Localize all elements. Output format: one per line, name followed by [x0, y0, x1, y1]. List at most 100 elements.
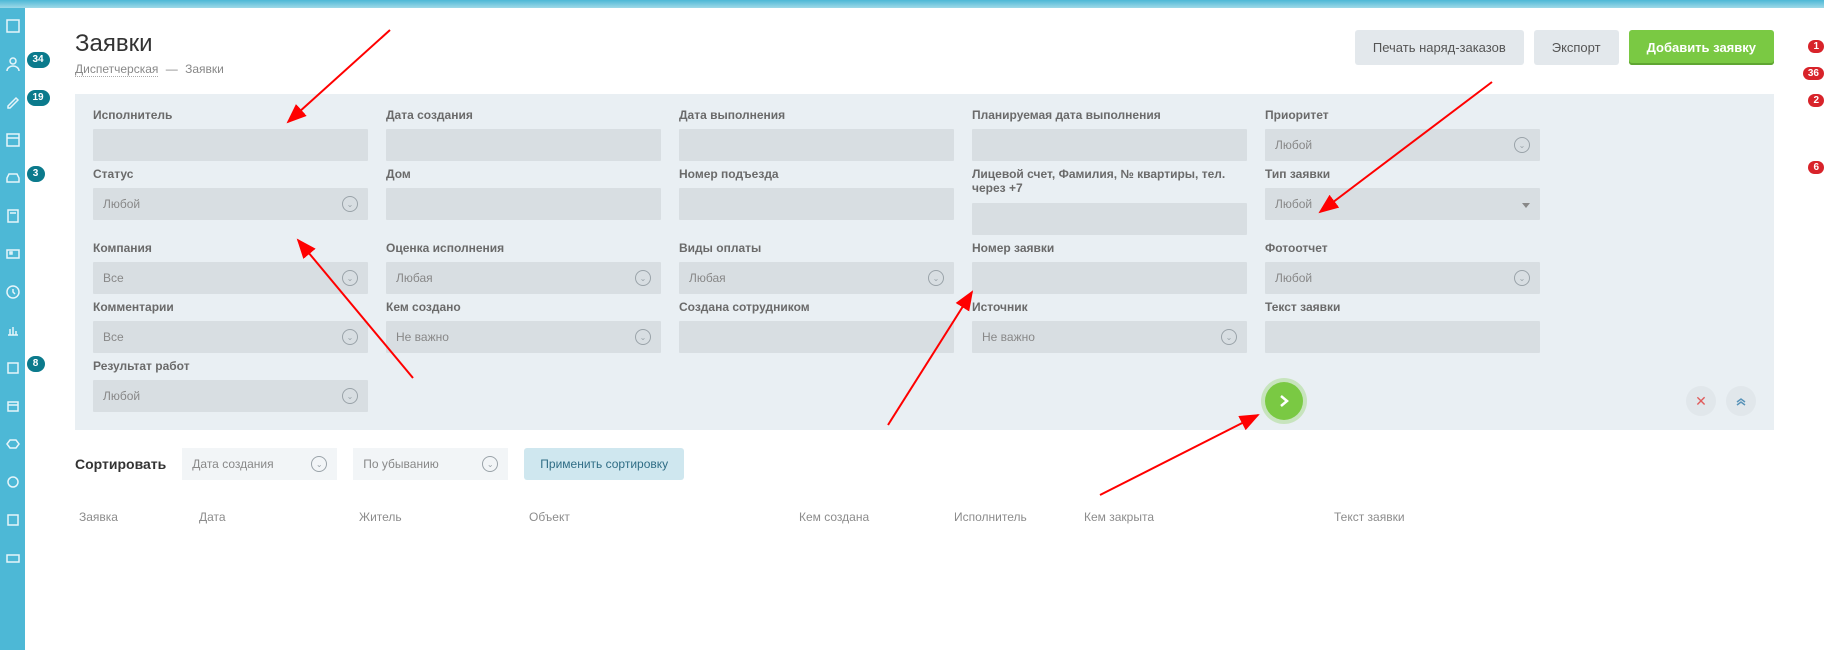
chevron-down-icon: ⌄ — [1514, 270, 1530, 286]
nav-icon-1[interactable] — [5, 18, 21, 34]
apply-filters-button[interactable] — [1265, 382, 1303, 420]
chevron-down-icon: ⌄ — [1514, 137, 1530, 153]
filter-type-label: Тип заявки — [1265, 167, 1540, 182]
filter-created-input[interactable] — [386, 129, 661, 161]
chevron-down-icon: ⌄ — [342, 388, 358, 404]
filter-photo-label: Фотоотчет — [1265, 241, 1540, 256]
filter-status-label: Статус — [93, 167, 368, 182]
nav-icon-7[interactable] — [5, 246, 21, 262]
filter-staff-label: Создана сотрудником — [679, 300, 954, 315]
right-badge-1[interactable]: 1 — [1808, 40, 1824, 53]
col-resident: Житель — [359, 510, 529, 524]
filter-entrance-input[interactable] — [679, 188, 954, 220]
filter-house-label: Дом — [386, 167, 661, 182]
filter-done-input[interactable] — [679, 129, 954, 161]
print-orders-button[interactable]: Печать наряд-заказов — [1355, 30, 1524, 65]
chevron-right-icon — [1277, 394, 1291, 408]
filter-house-input[interactable] — [386, 188, 661, 220]
filter-createdby-select[interactable]: Не важно ⌄ — [386, 321, 661, 353]
page-title: Заявки — [75, 30, 224, 58]
filter-priority-label: Приоритет — [1265, 108, 1540, 123]
nav-icon-5[interactable]: 3 — [5, 170, 21, 186]
chevron-down-icon: ⌄ — [342, 196, 358, 212]
col-executor: Исполнитель — [954, 510, 1084, 524]
nav-icon-15[interactable] — [5, 550, 21, 566]
double-chevron-up-icon — [1735, 395, 1747, 407]
add-request-button[interactable]: Добавить заявку — [1629, 30, 1774, 65]
filter-comments-select[interactable]: Все ⌄ — [93, 321, 368, 353]
nav-icon-13[interactable] — [5, 474, 21, 490]
filter-done-label: Дата выполнения — [679, 108, 954, 123]
nav-icon-8[interactable] — [5, 284, 21, 300]
col-closed: Кем закрыта — [1084, 510, 1334, 524]
clear-filters-button[interactable]: ✕ — [1686, 386, 1716, 416]
breadcrumb-root[interactable]: Диспетчерская — [75, 62, 158, 77]
right-badge-2[interactable]: 36 — [1803, 67, 1824, 80]
caret-down-icon — [1522, 197, 1530, 211]
filter-account-input[interactable] — [972, 203, 1247, 235]
sort-field-select[interactable]: Дата создания ⌄ — [182, 448, 337, 480]
filter-text-input[interactable] — [1265, 321, 1540, 353]
breadcrumb-sep: — — [166, 62, 178, 76]
filter-panel: Исполнитель Дата создания Дата выполнени… — [75, 94, 1774, 430]
filter-source-label: Источник — [972, 300, 1247, 315]
chevron-down-icon: ⌄ — [342, 270, 358, 286]
chevron-down-icon: ⌄ — [635, 270, 651, 286]
filter-number-input[interactable] — [972, 262, 1247, 294]
table-header: Заявка Дата Житель Объект Кем создана Ис… — [75, 510, 1774, 524]
filter-staff-input[interactable] — [679, 321, 954, 353]
filter-executor-label: Исполнитель — [93, 108, 368, 123]
nav-icon-3[interactable]: 19 — [5, 94, 21, 110]
filter-photo-select[interactable]: Любой ⌄ — [1265, 262, 1540, 294]
export-button[interactable]: Экспорт — [1534, 30, 1619, 65]
filter-rating-select[interactable]: Любая ⌄ — [386, 262, 661, 294]
filter-planned-input[interactable] — [972, 129, 1247, 161]
filter-status-select[interactable]: Любой ⌄ — [93, 188, 368, 220]
sort-label: Сортировать — [75, 456, 166, 472]
nav-icon-10[interactable]: 8 — [5, 360, 21, 376]
nav-icon-9[interactable] — [5, 322, 21, 338]
chevron-down-icon: ⌄ — [482, 456, 498, 472]
filter-payment-select[interactable]: Любая ⌄ — [679, 262, 954, 294]
filter-account-label: Лицевой счет, Фамилия, № квартиры, тел. … — [972, 167, 1247, 197]
filter-created-label: Дата создания — [386, 108, 661, 123]
filter-result-label: Результат работ — [93, 359, 368, 374]
nav-icon-12[interactable] — [5, 436, 21, 452]
filter-rating-label: Оценка исполнения — [386, 241, 661, 256]
filter-company-label: Компания — [93, 241, 368, 256]
nav-icon-11[interactable] — [5, 398, 21, 414]
col-text: Текст заявки — [1334, 510, 1770, 524]
sort-direction-select[interactable]: По убыванию ⌄ — [353, 448, 508, 480]
col-date: Дата — [199, 510, 359, 524]
chevron-down-icon: ⌄ — [342, 329, 358, 345]
right-badge-3[interactable]: 2 — [1808, 94, 1824, 107]
nav-icon-2[interactable]: 34 — [5, 56, 21, 72]
sidebar: 34 19 3 8 — [0, 8, 25, 650]
col-app: Заявка — [79, 510, 199, 524]
filter-priority-select[interactable]: Любой ⌄ — [1265, 129, 1540, 161]
filter-text-label: Текст заявки — [1265, 300, 1540, 315]
apply-sort-button[interactable]: Применить сортировку — [524, 448, 684, 480]
nav-icon-4[interactable] — [5, 132, 21, 148]
nav-icon-6[interactable] — [5, 208, 21, 224]
filter-payment-label: Виды оплаты — [679, 241, 954, 256]
chevron-down-icon: ⌄ — [928, 270, 944, 286]
breadcrumb-current: Заявки — [185, 62, 224, 76]
chevron-down-icon: ⌄ — [1221, 329, 1237, 345]
col-object: Объект — [529, 510, 799, 524]
filter-source-select[interactable]: Не важно ⌄ — [972, 321, 1247, 353]
chevron-down-icon: ⌄ — [311, 456, 327, 472]
collapse-filters-button[interactable] — [1726, 386, 1756, 416]
col-creator: Кем создана — [799, 510, 954, 524]
chevron-down-icon: ⌄ — [635, 329, 651, 345]
nav-icon-14[interactable] — [5, 512, 21, 528]
filter-result-select[interactable]: Любой ⌄ — [93, 380, 368, 412]
filter-type-select[interactable]: Любой — [1265, 188, 1540, 220]
filter-executor-input[interactable] — [93, 129, 368, 161]
right-badge-4[interactable]: 6 — [1808, 161, 1824, 174]
filter-company-select[interactable]: Все ⌄ — [93, 262, 368, 294]
filter-number-label: Номер заявки — [972, 241, 1247, 256]
filter-planned-label: Планируемая дата выполнения — [972, 108, 1247, 123]
filter-createdby-label: Кем создано — [386, 300, 661, 315]
filter-entrance-label: Номер подъезда — [679, 167, 954, 182]
